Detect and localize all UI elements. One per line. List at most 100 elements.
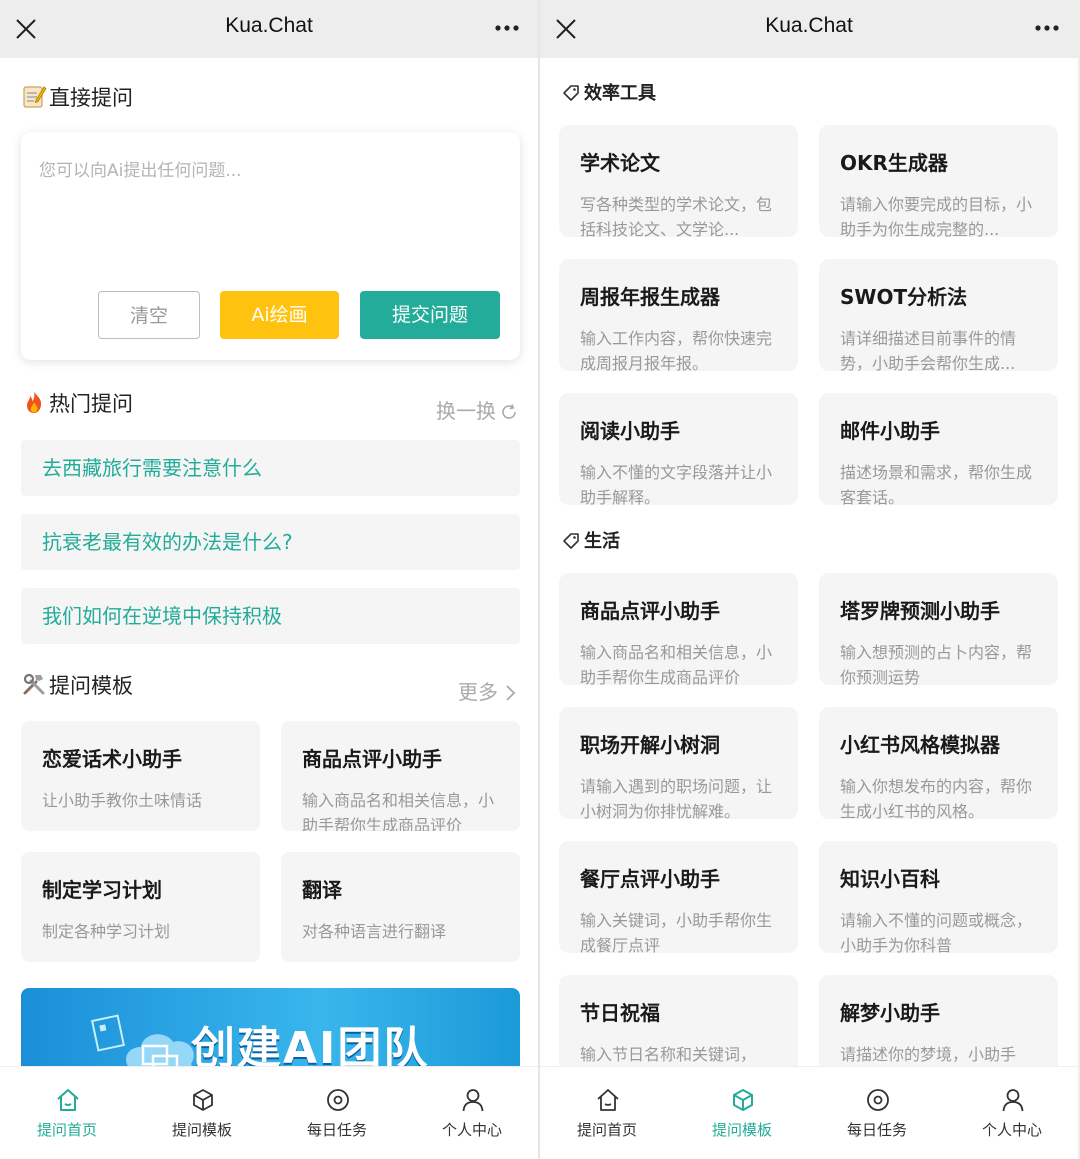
template-card[interactable]: 塔罗牌预测小助手输入想预测的占卜内容，帮你预测运势	[819, 573, 1058, 685]
template-card[interactable]: 餐厅点评小助手 输入关键词，小助手帮你生成餐厅点评	[559, 841, 798, 953]
direct-ask-heading: 直接提问	[21, 82, 133, 112]
home-content: 直接提问 清空 Ai绘画 提交问题 热门提问 换一换 去西藏旅行需要注意什么 抗…	[0, 58, 538, 1066]
app-title: Kua.Chat	[765, 14, 853, 37]
template-card[interactable]: 恋爱话术小助手 让小助手教你土味情话	[21, 721, 260, 831]
template-card[interactable]: 阅读小助手输入不懂的文字段落并让小助手解释。	[559, 393, 798, 505]
direct-ask-title: 直接提问	[49, 86, 133, 110]
template-card-title: OKR生成器	[840, 151, 948, 175]
templates-content: 效率工具 学术论文 写各种类型的学术论文，包括科技论文、文学论... OKR生成器…	[540, 58, 1078, 1066]
chevron-right-icon	[506, 685, 516, 701]
more-icon[interactable]	[1034, 20, 1060, 36]
tab-templates[interactable]: 提问模板	[675, 1067, 809, 1159]
cube-icon	[193, 1089, 213, 1111]
template-card[interactable]: 节日祝福输入节日名称和关键词，	[559, 975, 798, 1066]
refresh-label: 换一换	[436, 399, 496, 423]
refresh-icon	[502, 404, 516, 419]
template-card-title: 阅读小助手	[580, 419, 680, 443]
question-input[interactable]	[39, 156, 499, 266]
ask-box: 清空 Ai绘画 提交问题	[21, 132, 520, 360]
template-card-title: 小红书风格模拟器	[840, 733, 1000, 757]
fire-icon	[27, 391, 42, 413]
clear-button[interactable]: 清空	[98, 291, 200, 339]
refresh-button[interactable]: 换一换	[436, 395, 518, 424]
tab-label: 提问模板	[171, 1121, 232, 1139]
template-card[interactable]: 职场开解小树洞请输入遇到的职场问题，让小树洞为你排忧解难。	[559, 707, 798, 819]
tab-daily-tasks[interactable]: 每日任务	[270, 1067, 404, 1159]
template-card-desc: 输入关键词，小助手帮你生成餐厅点评	[580, 911, 773, 953]
top-bar: Kua.Chat	[540, 0, 1078, 58]
template-card[interactable]: 知识小百科请输入不懂的问题或概念，小助手为你科普	[819, 841, 1058, 953]
tab-label: 提问首页	[36, 1121, 97, 1139]
template-card-desc: 请输入遇到的职场问题，让小树洞为你排忧解难。	[580, 777, 773, 819]
template-card-desc: 描述场景和需求，帮你生成客套话。	[840, 463, 1033, 505]
template-card-title: 节日祝福	[580, 1001, 660, 1025]
template-card[interactable]: 商品点评小助手 输入商品名和相关信息，小助手帮你生成商品评价	[281, 721, 520, 831]
hot-question-item[interactable]: 去西藏旅行需要注意什么	[21, 440, 520, 496]
tab-label: 每日任务	[846, 1121, 907, 1139]
home-icon	[597, 1089, 619, 1111]
tab-home[interactable]: 提问首页	[0, 1067, 134, 1159]
tab-label: 每日任务	[306, 1121, 367, 1139]
ai-draw-button[interactable]: Ai绘画	[220, 291, 339, 339]
left-screen: Kua.Chat 直接提问 清空 Ai绘画 提交问题 热门提问 换一换 去西藏旅…	[0, 0, 538, 1159]
template-card-desc: 制定各种学习计划	[42, 922, 171, 941]
promo-banner[interactable]: 创建AI团队	[21, 988, 520, 1066]
template-card[interactable]: 商品点评小助手 输入商品名和相关信息，小助手帮你生成商品评价	[559, 573, 798, 685]
user-icon	[462, 1089, 484, 1112]
template-card-title: 知识小百科	[840, 867, 940, 891]
template-card-desc: 请输入不懂的问题或概念，小助手为你科普	[840, 911, 1033, 953]
template-card-desc: 输入不懂的文字段落并让小助手解释。	[580, 463, 773, 505]
tab-label: 提问首页	[576, 1121, 637, 1139]
templates-heading: 提问模板	[21, 670, 133, 700]
more-templates-link[interactable]: 更多	[458, 676, 518, 705]
template-card-title: 恋爱话术小助手	[42, 747, 182, 771]
templates-title: 提问模板	[49, 674, 133, 698]
hot-question-item[interactable]: 我们如何在逆境中保持积极	[21, 588, 520, 644]
category-heading: 效率工具	[562, 79, 656, 105]
tab-profile[interactable]: 个人中心	[405, 1067, 538, 1159]
template-card-desc: 让小助手教你土味情话	[42, 791, 203, 810]
template-card-title: 学术论文	[580, 151, 660, 175]
template-card-desc: 对各种语言进行翻译	[302, 922, 447, 941]
bottom-tab-bar: 提问首页 提问模板 每日任务 个人中心	[540, 1066, 1078, 1159]
template-card[interactable]: 翻译 对各种语言进行翻译	[281, 852, 520, 962]
cube-icon	[733, 1089, 753, 1111]
template-card[interactable]: 解梦小助手 请描述你的梦境，小助手	[819, 975, 1058, 1066]
target-icon	[327, 1089, 349, 1111]
template-card-title: 职场开解小树洞	[580, 733, 720, 757]
template-card-title: 邮件小助手	[840, 419, 940, 443]
template-card[interactable]: 小红书风格模拟器 输入你想发布的内容，帮你生成小红书的风格。	[819, 707, 1058, 819]
template-card-desc: 输入商品名和相关信息，小助手帮你生成商品评价	[302, 791, 495, 831]
template-card[interactable]: 邮件小助手描述场景和需求，帮你生成客套话。	[819, 393, 1058, 505]
target-icon	[867, 1089, 889, 1111]
tab-daily-tasks[interactable]: 每日任务	[810, 1067, 944, 1159]
template-card-title: 商品点评小助手	[580, 599, 720, 623]
tab-profile[interactable]: 个人中心	[945, 1067, 1078, 1159]
template-card[interactable]: OKR生成器 请输入你要完成的目标，小助手为你生成完整的...	[819, 125, 1058, 237]
hot-title: 热门提问	[49, 392, 133, 416]
template-card-desc: 输入节日名称和关键词，	[580, 1045, 757, 1064]
template-card[interactable]: 制定学习计划 制定各种学习计划	[21, 852, 260, 962]
template-card-title: 塔罗牌预测小助手	[840, 599, 1000, 623]
more-icon[interactable]	[494, 20, 520, 36]
banner-title: 创建AI团队	[191, 1023, 430, 1066]
template-card-title: 翻译	[302, 878, 342, 902]
template-card[interactable]: SWOT分析法 请详细描述目前事件的情势，小助手会帮你生成...	[819, 259, 1058, 371]
template-card[interactable]: 学术论文 写各种类型的学术论文，包括科技论文、文学论...	[559, 125, 798, 237]
tab-home[interactable]: 提问首页	[540, 1067, 674, 1159]
template-card[interactable]: 周报年报生成器 输入工作内容，帮你快速完成周报月报年报。	[559, 259, 798, 371]
submit-question-button[interactable]: 提交问题	[360, 291, 500, 339]
home-icon	[57, 1089, 79, 1111]
right-screen: Kua.Chat 效率工具 学术论文 写各种类型的学术论文，包括科技论文、文学论.…	[540, 0, 1078, 1159]
tab-templates[interactable]: 提问模板	[135, 1067, 269, 1159]
template-card-desc: 请描述你的梦境，小助手	[840, 1045, 1017, 1064]
category-name: 生活	[584, 531, 620, 552]
hot-question-item[interactable]: 抗衰老最有效的办法是什么?	[21, 514, 520, 570]
memo-icon	[23, 86, 47, 108]
tag-icon	[563, 533, 579, 549]
template-card-title: 周报年报生成器	[580, 285, 720, 309]
template-card-desc: 请详细描述目前事件的情势，小助手会帮你生成...	[840, 329, 1017, 371]
template-card-desc: 输入想预测的占卜内容，帮你预测运势	[840, 643, 1033, 685]
bottom-tab-bar: 提问首页 提问模板 每日任务 个人中心	[0, 1066, 538, 1159]
tag-icon	[563, 85, 579, 101]
